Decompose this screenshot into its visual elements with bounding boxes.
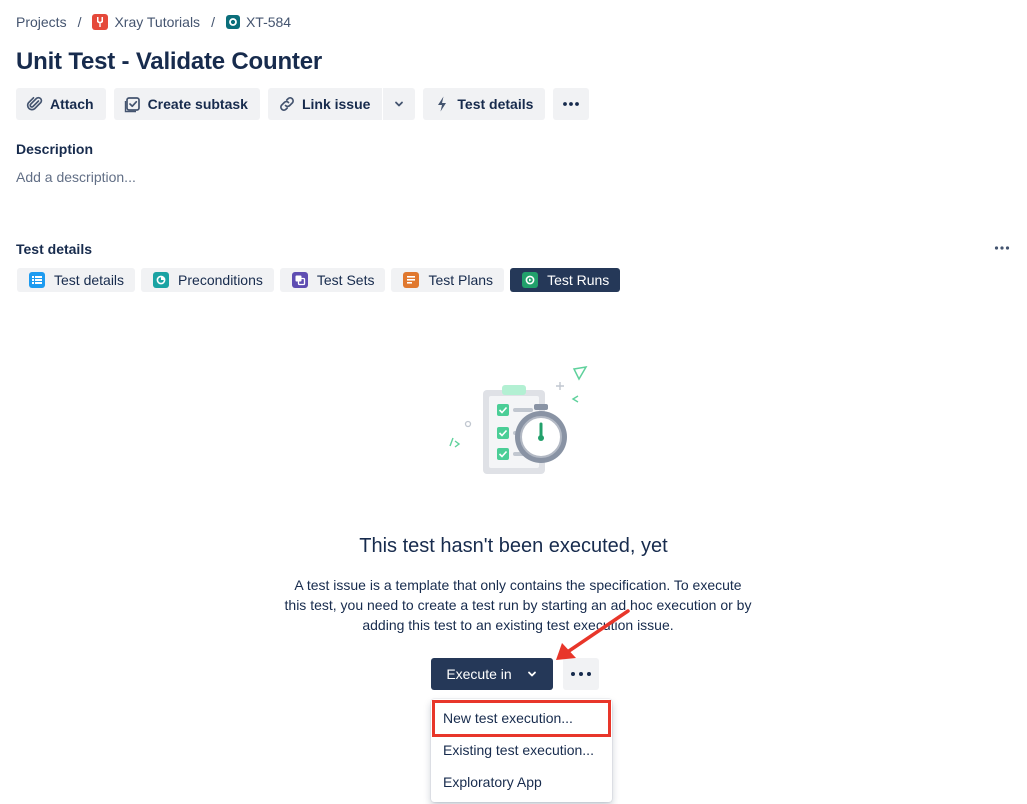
execute-in-label: Execute in [446, 666, 512, 682]
link-issue-label: Link issue [301, 96, 371, 112]
link-issue-group: Link issue [267, 88, 416, 120]
clipboard-stopwatch-icon [449, 365, 588, 474]
annotation-arrow-icon [556, 609, 630, 660]
tab-label: Preconditions [178, 272, 263, 288]
menu-item-existing-test-execution[interactable]: Existing test execution... [443, 742, 594, 758]
subtask-icon [124, 97, 140, 113]
create-subtask-button[interactable]: Create subtask [113, 88, 260, 120]
link-issue-dropdown-button[interactable] [382, 88, 416, 120]
issue-toolbar: Attach Create subtask Link issue Test de… [16, 88, 590, 120]
test-details-tabs: Test details Preconditions Test Sets Tes… [17, 268, 621, 292]
ellipsis-icon [994, 246, 1010, 250]
tab-preconditions[interactable]: Preconditions [141, 268, 274, 292]
paperclip-icon [26, 96, 43, 111]
tab-label: Test Runs [547, 272, 610, 288]
breadcrumb-issue[interactable]: XT-584 [225, 14, 292, 30]
execute-in-button[interactable]: Execute in [431, 658, 553, 690]
lightning-icon [438, 96, 447, 112]
tab-test-runs[interactable]: Test Runs [510, 268, 621, 292]
breadcrumb-project[interactable]: Xray Tutorials [92, 14, 200, 30]
more-actions-button[interactable] [553, 88, 590, 120]
breadcrumb-issue-key: XT-584 [245, 14, 292, 30]
tab-test-details[interactable]: Test details [17, 268, 136, 292]
project-avatar-icon [92, 14, 109, 30]
empty-state-text: A test issue is a template that only con… [284, 577, 752, 633]
ellipsis-icon [563, 102, 580, 106]
menu-item-exploratory-app[interactable]: Exploratory App [443, 774, 542, 790]
link-issue-button[interactable]: Link issue [267, 88, 383, 120]
page-title: Unit Test - Validate Counter [16, 48, 322, 75]
description-field[interactable]: Add a description... [16, 169, 136, 185]
tab-label: Test details [54, 272, 125, 288]
breadcrumb: Projects / Xray Tutorials / XT-584 [16, 12, 291, 32]
link-icon [280, 97, 294, 111]
test-issue-type-icon [225, 15, 240, 29]
tab-test-plans[interactable]: Test Plans [391, 268, 505, 292]
precondition-icon [153, 272, 170, 288]
create-subtask-label: Create subtask [147, 96, 248, 112]
test-details-button[interactable]: Test details [423, 88, 546, 120]
test-details-heading: Test details [16, 241, 92, 257]
test-set-icon [291, 272, 308, 288]
chevron-down-icon [527, 671, 536, 677]
attach-button[interactable]: Attach [16, 88, 106, 120]
empty-state-title: This test hasn't been executed, yet [359, 535, 668, 557]
description-heading: Description [16, 141, 94, 157]
breadcrumb-separator: / [211, 14, 215, 30]
test-details-more-button[interactable] [992, 238, 1012, 258]
breadcrumb-project-label: Xray Tutorials [114, 14, 201, 30]
tab-test-sets[interactable]: Test Sets [279, 268, 386, 292]
test-details-label: Test details [457, 96, 534, 112]
tab-label: Test Plans [428, 272, 494, 288]
breadcrumb-projects[interactable]: Projects [16, 14, 67, 30]
test-plan-icon [403, 272, 420, 288]
annotation-highlight-box [432, 700, 611, 737]
chevron-down-icon [395, 101, 404, 107]
test-run-icon [522, 272, 539, 288]
breadcrumb-separator: / [77, 14, 82, 30]
list-icon [29, 272, 45, 288]
tab-label: Test Sets [316, 272, 375, 288]
ellipsis-icon [571, 672, 591, 676]
attach-label: Attach [50, 96, 94, 112]
